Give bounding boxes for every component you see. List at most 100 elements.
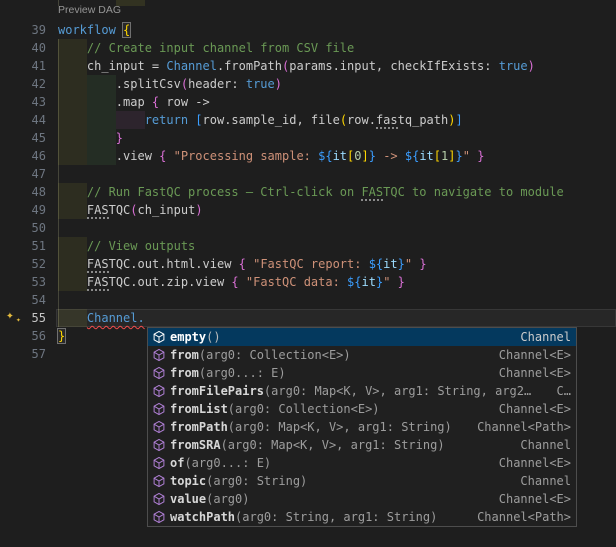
code-token: ${ (369, 257, 383, 271)
code-line: 46 .view { "Processing sample: ${it[0]} … (0, 147, 616, 165)
line-number: 50 (0, 219, 56, 237)
code-token: TQC (109, 203, 131, 217)
code-token: " (463, 149, 470, 163)
suggestion-name: fromList (170, 402, 228, 416)
suggestion-return-type: C… (549, 384, 571, 398)
suggestion-item-fromList[interactable]: fromList(arg0: Collection<E>)Channel<E> (148, 400, 576, 418)
suggestion-item-topic[interactable]: topic(arg0: String)Channel (148, 472, 576, 490)
suggestion-item-fromSRA[interactable]: fromSRA(arg0: Map<K, V>, arg1: String) Ch… (148, 436, 576, 454)
code-token: true (246, 77, 275, 91)
suggestion-return-type: Channel<E> (491, 456, 571, 470)
line-text[interactable]: .map { row -> (56, 93, 616, 111)
suggestion-item-fromFilePairs[interactable]: fromFilePairs(arg0: Map<K, V>, arg1: Str… (148, 382, 576, 400)
line-text[interactable]: // View outputs (56, 237, 616, 255)
code-token: ] (362, 149, 369, 163)
code-token: } (398, 275, 405, 289)
line-text[interactable]: FASTQC(ch_input) (56, 201, 616, 219)
code-token: fas (376, 113, 398, 129)
code-token: ch_input = (58, 59, 166, 73)
suggestion-name: value (170, 492, 206, 506)
line-text[interactable] (56, 165, 616, 183)
suggestion-return-type: Channel<E> (491, 348, 571, 362)
code-token: } (58, 329, 65, 343)
suggestion-item-value[interactable]: value(arg0)Channel<E> (148, 490, 576, 508)
method-cube-icon (151, 419, 167, 435)
line-text[interactable] (56, 291, 616, 309)
line-text[interactable]: // Run FastQC process — Ctrl-click on FA… (56, 183, 616, 201)
suggestion-name: topic (170, 474, 206, 488)
suggestion-name: fromFilePairs (170, 384, 264, 398)
method-cube-icon (151, 383, 167, 399)
code-token: TQC.out.html.view (109, 257, 239, 271)
code-line: 54 (0, 291, 616, 309)
line-text[interactable] (56, 219, 616, 237)
suggestion-params: (arg0: Collection<E>) (228, 402, 380, 416)
code-token: .splitCsv (58, 77, 181, 91)
code-token (58, 311, 87, 325)
line-text[interactable]: return [row.sample_id, file(row.fastq_pa… (56, 111, 616, 129)
line-number: 45 (0, 129, 56, 147)
code-token (390, 275, 397, 289)
suggestion-item-watchPath[interactable]: watchPath(arg0: String, arg1: String)Cha… (148, 508, 576, 526)
code-line: 53 FASTQC.out.zip.view { "FastQC data: $… (0, 273, 616, 291)
codelens-preview-dag[interactable]: Preview DAG (58, 4, 121, 16)
code-token: it (383, 257, 397, 271)
code-token: FAS (87, 203, 109, 219)
code-token (58, 275, 87, 289)
code-token: [ (195, 113, 202, 127)
line-number: 44 (0, 111, 56, 129)
line-number: 39 (0, 21, 56, 39)
suggestion-item-from[interactable]: from(arg0: Collection<E>)Channel<E> (148, 346, 576, 364)
code-token: // View outputs (87, 239, 195, 253)
code-token: "FastQC report: (253, 257, 369, 271)
code-token: .fromPath (217, 59, 282, 73)
code-token (239, 275, 246, 289)
line-text[interactable]: FASTQC.out.html.view { "FastQC report: $… (56, 255, 616, 273)
code-token: FAS (361, 185, 383, 201)
code-token (166, 149, 173, 163)
suggestion-item-fromPath[interactable]: fromPath(arg0: Map<K, V>, arg1: String)C… (148, 418, 576, 436)
line-text[interactable]: .splitCsv(header: true) (56, 75, 616, 93)
code-token: Channel (166, 59, 217, 73)
line-text[interactable]: .view { "Processing sample: ${it[0]} -> … (56, 147, 616, 165)
code-token: "Processing sample: (174, 149, 319, 163)
code-token: { (231, 275, 238, 289)
line-number: 41 (0, 57, 56, 75)
code-token: Channel. (87, 311, 145, 325)
method-cube-icon (151, 491, 167, 507)
code-token: TQC.out.zip.view (109, 275, 232, 289)
code-token: it (419, 149, 433, 163)
code-token: row -> (159, 95, 210, 109)
code-token: ( (181, 77, 188, 91)
code-token: ch_input (138, 203, 196, 217)
code-line: 40 // Create input channel from CSV file (0, 39, 616, 57)
line-text[interactable]: } (56, 129, 616, 147)
suggestion-return-type: Channel (512, 330, 571, 344)
code-token: } (455, 149, 462, 163)
code-token: ${ (405, 149, 419, 163)
code-line: 48 // Run FastQC process — Ctrl-click on… (0, 183, 616, 201)
line-text[interactable]: FASTQC.out.zip.view { "FastQC data: ${it… (56, 273, 616, 291)
suggestion-params: (arg0: String) (206, 474, 307, 488)
line-text[interactable]: Channel. (56, 309, 616, 327)
code-token (58, 257, 87, 271)
suggestion-item-empty[interactable]: empty()Channel (148, 328, 576, 346)
code-token: ) (275, 77, 282, 91)
line-text[interactable]: ch_input = Channel.fromPath(params.input… (56, 57, 616, 75)
line-number: 43 (0, 93, 56, 111)
code-token: // Run FastQC process — Ctrl-click on (87, 185, 362, 199)
code-token: FAS (87, 275, 109, 291)
suggestion-name: fromSRA (170, 438, 221, 452)
line-number: 47 (0, 165, 56, 183)
suggestion-return-type: Channel (512, 438, 571, 452)
suggestion-item-of[interactable]: of(arg0...: E)Channel<E> (148, 454, 576, 472)
suggestion-params: (arg0: Map<K, V>, arg1: String) (221, 438, 445, 452)
code-token (58, 113, 145, 127)
code-editor[interactable]: ✦✦ Preview DAG 39workflow {40 // Create … (0, 0, 616, 547)
line-text[interactable]: workflow { (56, 21, 616, 39)
suggestion-item-from[interactable]: from(arg0...: E)Channel<E> (148, 364, 576, 382)
line-text[interactable]: // Create input channel from CSV file (56, 39, 616, 57)
code-token: { (239, 257, 246, 271)
code-token (58, 239, 87, 253)
line-number: 55 (0, 309, 56, 327)
